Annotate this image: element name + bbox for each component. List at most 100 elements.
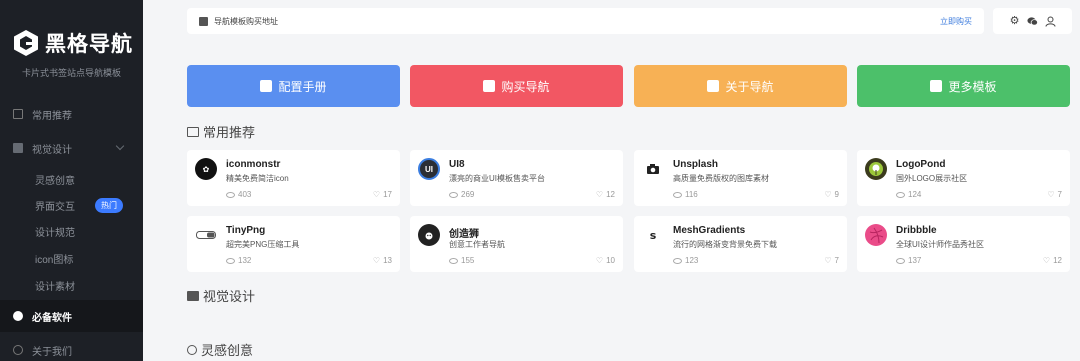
card-desc: 国外LOGO展示社区 [896,174,968,183]
dribbble-logo-icon [865,224,887,246]
card-desc: 创意工作者导航 [449,240,505,249]
coffee-icon [13,109,23,119]
sidebar-item-label: 设计规范 [35,227,75,239]
heart-icon: ♡ [1047,190,1055,199]
sidebar-item-label: 灵感创意 [35,175,75,187]
heart-icon: ♡ [824,256,832,265]
section-title-text: 灵感创意 [201,343,254,358]
site-tagline: 卡片式书签站点导航模板 [21,68,121,78]
sidebar: 黑格导航 卡片式书签站点导航模板 常用推荐 视觉设计 灵感创意 界面交互 热门 … [0,0,143,361]
like-count-value: 13 [383,256,392,265]
view-count-value: 137 [908,256,922,265]
site-card-tinypng[interactable]: TinyPng 超完美PNG压缩工具 132 ♡ 13 [187,216,400,272]
like-count: ♡ 7 [1047,190,1062,199]
logo-text: 黑格导航 [45,32,133,56]
like-count: ♡ 10 [596,256,615,265]
heart-icon: ♡ [595,190,604,199]
eye-icon [896,257,905,264]
more-templates-button[interactable]: 更多模板 [857,65,1070,107]
logopond-logo-icon [865,158,887,180]
camera-icon [642,158,664,180]
heart-icon: ♡ [372,190,381,199]
site-logo[interactable]: 黑格导航 [13,28,133,58]
lightbulb-icon [187,344,197,355]
view-count-value: 123 [685,256,699,265]
like-count-value: 17 [383,190,392,199]
view-count: 155 [449,256,474,265]
eye-icon [226,191,235,198]
like-count-value: 9 [834,190,839,199]
heart-icon: ♡ [824,190,832,199]
logo-icon [14,30,38,56]
info-icon [13,345,23,355]
section-title-visual: 视觉设计 [187,286,255,305]
view-count-value: 116 [685,190,698,199]
sidebar-item-visual[interactable]: 视觉设计 [0,132,143,164]
ui8-logo-icon: UI [418,158,440,180]
sidebar-item-label: 设计素材 [35,281,75,293]
heart-icon: ♡ [595,256,604,265]
book-icon [260,80,273,92]
coffee-icon [187,126,199,137]
section-title-common: 常用推荐 [187,122,255,141]
iconmonstr-logo-icon: ✿ [195,158,217,180]
sidebar-item-label: 视觉设计 [32,144,72,156]
wechat-icon[interactable] [1027,16,1038,27]
sidebar-item-about[interactable]: 关于我们 [0,334,143,361]
eye-icon [449,191,458,198]
like-count: ♡ 12 [1043,256,1062,265]
site-card-unsplash[interactable]: Unsplash 高质量免费版权的图库素材 116 ♡ 9 [634,150,847,206]
sidebar-item-software[interactable]: 必备软件 [0,300,143,332]
settings-icon[interactable]: ⚙ [1009,15,1020,27]
like-count: ♡ 12 [596,190,615,199]
view-count-value: 155 [461,256,475,265]
shopping-bag-icon [483,80,496,92]
like-count-value: 12 [1053,256,1062,265]
button-label: 购买导航 [501,79,550,94]
like-count: ♡ 17 [373,190,392,199]
site-card-meshgradients[interactable]: ꜱ MeshGradients 流行的网格渐变背景免费下载 123 ♡ 7 [634,216,847,272]
like-count-value: 7 [834,256,839,265]
card-desc: 流行的网格渐变背景免费下载 [673,240,777,249]
card-name: 创造狮 [449,229,479,240]
card-desc: 高质量免费版权的图库素材 [673,174,769,183]
card-name: iconmonstr [226,159,281,170]
user-icon[interactable] [1045,16,1056,27]
announcement-bar: 导航模板购买地址 立即购买 [187,8,984,34]
site-card-iconmonstr[interactable]: ✿ iconmonstr 精美免费简洁icon 403 ♡ 17 [187,150,400,206]
buy-now-link[interactable]: 立即购买 [940,16,972,27]
buy-navigation-button[interactable]: 购买导航 [410,65,623,107]
toolbar: ⚙ [993,8,1072,34]
card-name: UI8 [449,159,465,170]
palette-icon [187,290,199,301]
sidebar-item-label: 界面交互 [35,201,75,213]
site-card-logopond[interactable]: LogoPond 国外LOGO展示社区 124 ♡ 7 [857,150,1070,206]
card-name: MeshGradients [673,225,746,236]
site-card-chuangzaoshi[interactable]: 创造狮 创意工作者导航 155 ♡ 10 [410,216,623,272]
palette-icon [13,143,23,153]
heart-icon: ♡ [1042,256,1051,265]
sidebar-item-assets[interactable]: 设计素材 [0,269,143,301]
card-desc: 全球UI设计师作品秀社区 [896,240,984,249]
sidebar-item-label: 关于我们 [32,346,72,358]
site-card-ui8[interactable]: UI UI8 漂亮的商业UI模板售卖平台 269 ♡ 12 [410,150,623,206]
mesh-logo-icon: ꜱ [642,224,664,246]
like-count-value: 10 [606,256,615,265]
like-count: ♡ 13 [373,256,392,265]
store-icon [930,80,943,92]
section-title-inspiration: 灵感创意 [187,340,253,359]
card-name: Unsplash [673,159,719,170]
config-manual-button[interactable]: 配置手册 [187,65,400,107]
section-title-text: 常用推荐 [203,125,256,140]
like-count-value: 12 [606,190,615,199]
sidebar-item-label: 常用推荐 [32,110,72,122]
chevron-down-icon [115,141,125,151]
card-desc: 精美免费简洁icon [226,174,289,183]
sidebar-item-label: 必备软件 [32,312,72,324]
announcement-text[interactable]: 导航模板购买地址 [214,16,278,27]
view-count: 123 [673,256,698,265]
site-card-dribbble[interactable]: Dribbble 全球UI设计师作品秀社区 137 ♡ 12 [857,216,1070,272]
about-navigation-button[interactable]: 关于导航 [634,65,847,107]
sidebar-item-common[interactable]: 常用推荐 [0,98,143,130]
view-count: 124 [896,190,921,199]
